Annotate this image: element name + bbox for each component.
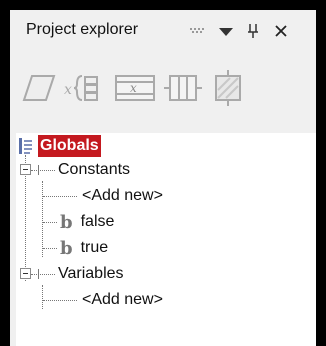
tree-connector: [43, 222, 57, 223]
svg-text:x: x: [64, 82, 72, 98]
tree-item-variables[interactable]: Variables: [58, 261, 124, 287]
add-module-icon[interactable]: [22, 54, 58, 114]
boolean-icon: b: [60, 237, 73, 259]
boolean-icon: b: [60, 211, 73, 233]
tree-connector: [31, 170, 55, 171]
tree-guide-line: [42, 285, 43, 309]
tree-item-constants[interactable]: Constants: [58, 157, 130, 183]
group-node-icon: [38, 165, 39, 175]
globals-icon: [18, 136, 34, 156]
svg-text:x: x: [130, 81, 137, 95]
add-new-label: <Add new>: [82, 291, 163, 308]
globals-label: Globals: [38, 135, 101, 157]
panel-title: Project explorer: [26, 21, 139, 38]
constants-label: Constants: [58, 161, 131, 178]
variables-label: Variables: [58, 265, 124, 282]
close-icon[interactable]: [272, 20, 292, 42]
tree-item-add-new-constant[interactable]: <Add new>: [82, 183, 163, 209]
collapse-toggle-icon[interactable]: [20, 268, 31, 279]
title-bar: Project explorer: [10, 10, 316, 54]
tree-guide-line: [42, 181, 43, 257]
add-block-icon[interactable]: [162, 54, 204, 114]
add-component-icon[interactable]: [210, 54, 246, 114]
toolbar: x x: [10, 54, 316, 114]
pin-icon[interactable]: [244, 20, 264, 42]
project-explorer-panel: Project explorer x x Globals Constants <…: [10, 10, 316, 346]
tree-connector: [31, 274, 55, 275]
add-function-icon[interactable]: x: [64, 54, 108, 114]
tree-item-true[interactable]: b true: [60, 235, 108, 261]
tree-connector: [43, 196, 77, 197]
dropdown-arrow-icon[interactable]: [216, 20, 236, 42]
true-label: true: [80, 239, 109, 256]
add-variable-icon[interactable]: x: [114, 54, 156, 114]
tree-item-add-new-variable[interactable]: <Add new>: [82, 287, 163, 313]
group-node-icon: [38, 269, 39, 279]
collapse-toggle-icon[interactable]: [20, 164, 31, 175]
false-label: false: [80, 213, 115, 230]
tree-root-globals[interactable]: Globals: [18, 133, 101, 159]
tree-item-false[interactable]: b false: [60, 209, 114, 235]
tree-connector: [43, 248, 57, 249]
add-new-label: <Add new>: [82, 187, 163, 204]
tree-connector: [43, 300, 77, 301]
options-icon[interactable]: [188, 20, 208, 42]
project-tree: Globals Constants <Add new> b false b tr…: [16, 133, 316, 346]
